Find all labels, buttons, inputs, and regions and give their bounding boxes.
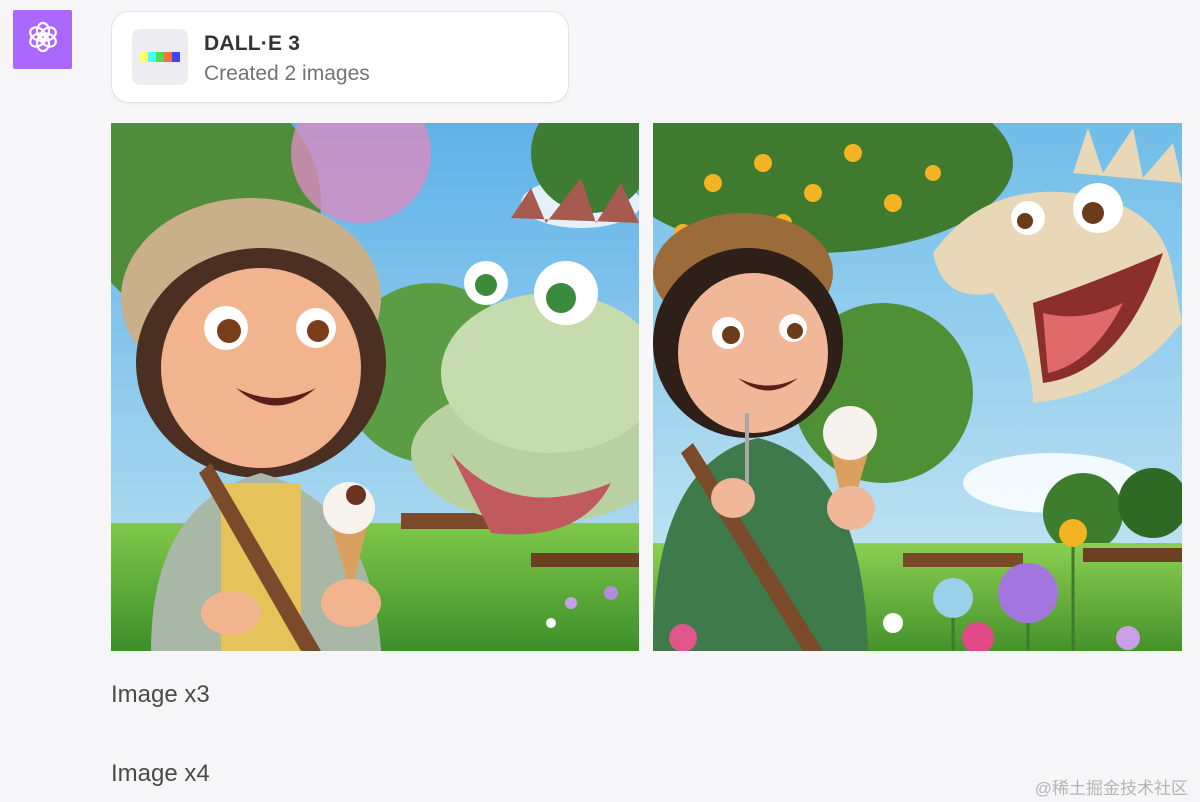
tool-title: DALL·E 3 (204, 32, 301, 55)
generated-image-1[interactable] (111, 123, 639, 651)
message-text-image-x4: Image x4 (111, 760, 210, 787)
generated-image-girl-dinosaur-icecream-1 (111, 123, 639, 651)
message-text-image-x3: Image x3 (111, 681, 210, 708)
watermark: @稀土掘金技术社区 (1034, 779, 1188, 798)
generated-image-2[interactable] (653, 123, 1182, 651)
dalle-color-bar-icon (132, 29, 188, 85)
tool-subtitle: Created 2 images (204, 62, 370, 85)
openai-logo-icon (26, 20, 60, 59)
generated-image-girl-dinosaur-icecream-2 (653, 123, 1182, 651)
assistant-avatar (13, 10, 72, 69)
dalle-tool-card[interactable]: DALL·E 3 Created 2 images (111, 11, 569, 103)
